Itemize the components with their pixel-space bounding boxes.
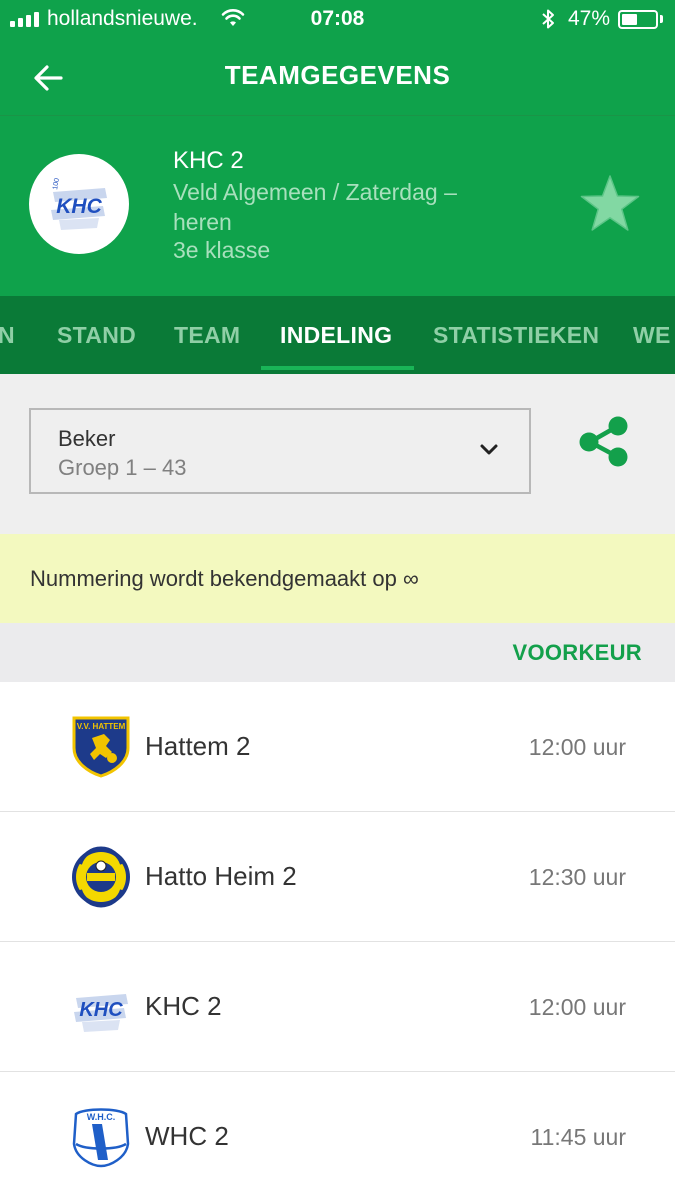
team-row[interactable]: V.V. HATTEM Hattem 2 12:00 uur xyxy=(0,682,675,812)
battery-cap xyxy=(660,15,663,23)
share-icon xyxy=(579,416,628,467)
team-logo: V.V. HATTEM xyxy=(70,714,132,778)
bluetooth-icon xyxy=(540,7,556,37)
tab-indeling[interactable]: INDELING xyxy=(280,296,392,374)
team-name: KHC 2 xyxy=(173,147,244,174)
numbering-notice: Nummering wordt bekendgemaakt op ∞ xyxy=(0,534,675,623)
page-title: TEAMGEGEVENS xyxy=(224,60,451,90)
navigation-bar: TEAMGEGEVENS xyxy=(0,38,675,116)
team-row[interactable]: Hatto Heim 2 12:30 uur xyxy=(0,812,675,942)
team-list: V.V. HATTEM Hattem 2 12:00 uur Hatto Hei… xyxy=(0,682,675,1200)
svg-text:100: 100 xyxy=(52,178,61,191)
battery-fill xyxy=(622,14,637,25)
status-bar: hollandsnieuwe. 07:08 47% xyxy=(0,0,675,38)
team-competition: Veld Algemeen / Zaterdag – heren xyxy=(173,179,457,235)
filter-area: Beker Groep 1 – 43 xyxy=(0,374,675,534)
team-logo: W.H.C. xyxy=(70,1104,132,1168)
team-row-time: 12:00 uur xyxy=(528,994,626,1020)
share-button[interactable] xyxy=(576,414,632,470)
team-row-name: Hattem 2 xyxy=(145,731,251,761)
whc-logo-icon: W.H.C. xyxy=(72,1108,130,1168)
chevron-down-icon xyxy=(480,444,498,455)
svg-text:V.V. HATTEM: V.V. HATTEM xyxy=(77,722,126,731)
team-logo: KHC 100 xyxy=(29,154,129,254)
team-logo xyxy=(70,844,132,908)
favorite-button[interactable] xyxy=(579,174,641,234)
svg-text:KHC: KHC xyxy=(79,999,123,1021)
khc-logo-icon: KHC 100 xyxy=(51,178,107,230)
battery-icon xyxy=(618,10,658,29)
team-header: KHC 100 KHC 2 Veld Algemeen / Zaterdag –… xyxy=(0,116,675,296)
competition-select[interactable]: Beker Groep 1 – 43 xyxy=(29,408,531,494)
team-row-time: 12:00 uur xyxy=(528,734,626,760)
star-icon xyxy=(580,175,640,231)
notice-text: Nummering wordt bekendgemaakt op ∞ xyxy=(30,566,419,591)
khc-logo-icon: KHC xyxy=(74,994,128,1032)
team-row-name: WHC 2 xyxy=(145,1121,229,1151)
team-row-name: Hatto Heim 2 xyxy=(145,861,297,891)
tab-statistieken[interactable]: STATISTIEKEN xyxy=(433,296,599,374)
tab-next-partial[interactable]: WE xyxy=(633,296,671,374)
svg-text:W.H.C.: W.H.C. xyxy=(87,1112,116,1122)
team-row-time: 11:45 uur xyxy=(530,1124,626,1150)
battery-percent: 47% xyxy=(568,7,611,30)
team-row-name: KHC 2 xyxy=(145,991,222,1021)
team-row[interactable]: W.H.C. WHC 2 11:45 uur xyxy=(0,1072,675,1200)
tab-stand[interactable]: STAND xyxy=(57,296,136,374)
tab-prev-partial[interactable]: N xyxy=(0,296,15,374)
preference-button[interactable]: VOORKEUR xyxy=(512,640,642,666)
select-title: Beker xyxy=(58,426,116,451)
hatto-heim-logo-icon xyxy=(72,846,130,908)
svg-text:KHC: KHC xyxy=(56,195,102,218)
team-logo: KHC xyxy=(70,974,132,1038)
active-tab-indicator xyxy=(261,366,414,370)
tab-team[interactable]: TEAM xyxy=(174,296,240,374)
hattem-logo-icon: V.V. HATTEM xyxy=(72,716,130,778)
section-header: VOORKEUR xyxy=(0,623,675,682)
tab-bar: N STAND TEAM INDELING STATISTIEKEN WE xyxy=(0,296,675,374)
team-row[interactable]: KHC KHC 2 12:00 uur xyxy=(0,942,675,1072)
select-subtitle: Groep 1 – 43 xyxy=(58,455,187,480)
team-class: 3e klasse xyxy=(173,237,271,263)
team-row-time: 12:30 uur xyxy=(528,864,626,890)
